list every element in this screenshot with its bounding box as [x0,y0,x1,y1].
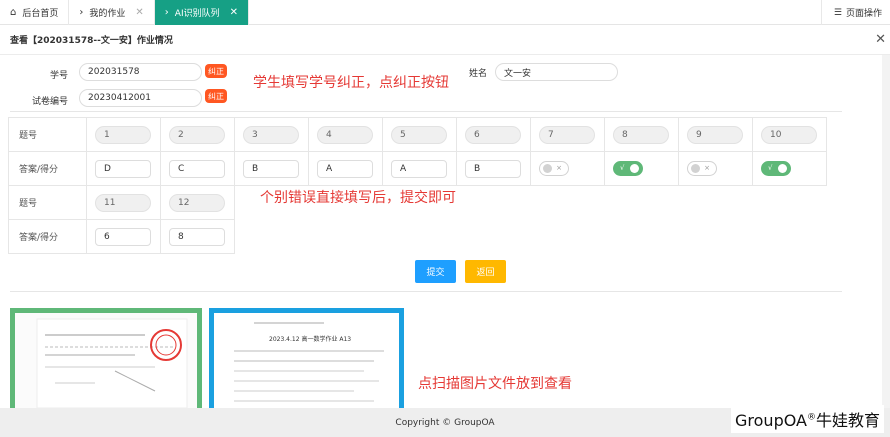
name-input[interactable]: 文一安 [495,63,618,81]
toggle-knob [691,164,700,173]
table-row: 题号 1 2 3 4 5 6 7 8 9 10 [8,117,827,152]
divider [10,291,842,292]
question-number: 1 [95,125,151,144]
check-icon: √ [620,164,625,172]
question-number: 9 [687,125,743,144]
answer-table: 题号 1 2 3 4 5 6 7 8 9 10 答案/得分 D C B A A … [8,117,827,254]
tab-bar: ⌂ 后台首页 › 我的作业 ✕ › AI识别队列 ✕ [0,0,890,25]
home-icon: ⌂ [10,7,17,18]
cross-icon: × [704,164,710,172]
question-no-header: 题号 [8,185,87,220]
question-no-header: 题号 [8,117,87,152]
table-row: 答案/得分 6 8 [8,219,827,254]
scan-doc-title: 2023.4.12 高一数学作业 A13 [269,335,351,343]
brand-suffix: 牛娃教育 [815,411,880,430]
answer-input[interactable]: B [243,159,299,178]
tab-home[interactable]: ⌂ 后台首页 [0,0,70,25]
tab-label: AI识别队列 [174,9,220,19]
answer-input[interactable]: A [391,159,447,178]
answer-score-header: 答案/得分 [8,151,87,186]
answer-input[interactable]: 8 [169,227,225,246]
scan-thumbnail-2[interactable]: 2023.4.12 高一数学作业 A13 [209,308,404,408]
toggle-knob [543,164,552,173]
correct-toggle[interactable]: √ [761,161,791,176]
fix-paper-no-button[interactable]: 纠正 [205,89,227,103]
scan-thumbnail-1[interactable] [10,308,202,408]
scrollbar[interactable] [882,55,890,408]
fix-student-no-button[interactable]: 纠正 [205,64,227,78]
annotation-edit: 个别错误直接填写后，提交即可 [260,190,456,206]
check-icon: √ [768,164,773,172]
close-icon[interactable]: ✕ [230,7,238,18]
annotation-fix: 学生填写学号纠正，点纠正按钮 [253,75,449,91]
name-label: 姓名 [468,69,487,79]
answer-input[interactable]: A [317,159,373,178]
paper-no-input[interactable]: 20230412001 [79,89,202,107]
tab-label: 我的作业 [89,9,126,19]
annotation-view: 点扫描图片文件放到查看 [418,376,572,392]
tab-ai-queue[interactable]: › AI识别队列 ✕ [154,0,249,25]
question-number: 5 [391,125,447,144]
toggle-knob [778,164,787,173]
scan-image: 2023.4.12 高一数学作业 A13 [214,313,399,408]
question-number: 12 [169,193,225,212]
tab-my-homework[interactable]: › 我的作业 ✕ [69,0,155,25]
table-row: 答案/得分 D C B A A B × √ × √ [8,151,827,186]
cross-icon: × [556,164,562,172]
answer-input[interactable]: B [465,159,521,178]
submit-button[interactable]: 提交 [415,260,456,283]
page-title: 查看【202031578--文一安】作业情况 [0,25,890,55]
brand-name: GroupOA [735,411,807,430]
chevron-right-icon: › [79,7,84,18]
brand-reg: ® [806,412,816,423]
answer-score-header: 答案/得分 [8,219,87,254]
paper-no-label: 试卷编号 [31,97,68,107]
brand-watermark: GroupOA®牛娃教育 [731,405,884,433]
question-number: 6 [465,125,521,144]
chevron-right-icon: › [164,7,169,18]
question-number: 7 [539,125,595,144]
correct-toggle[interactable]: × [539,161,569,176]
back-button[interactable]: 返回 [465,260,506,283]
page-ops-label: 页面操作 [845,9,882,19]
question-number: 11 [95,193,151,212]
question-number: 4 [317,125,373,144]
correct-toggle[interactable]: × [687,161,717,176]
menu-icon: ☰ [833,7,842,18]
scan-image [15,313,197,408]
divider [10,111,842,112]
answer-input[interactable]: 6 [95,227,151,246]
question-number: 3 [243,125,299,144]
toggle-knob [630,164,639,173]
close-icon[interactable]: ✕ [875,32,886,47]
page-ops-button[interactable]: ☰ 页面操作 [820,0,890,25]
question-number: 10 [761,125,817,144]
student-no-label: 学号 [49,71,68,81]
student-no-input[interactable]: 202031578 [79,63,202,81]
question-number: 2 [169,125,225,144]
correct-toggle[interactable]: √ [613,161,643,176]
tab-label: 后台首页 [22,9,59,19]
close-icon[interactable]: ✕ [135,7,143,18]
question-number: 8 [613,125,669,144]
answer-input[interactable]: C [169,159,225,178]
answer-input[interactable]: D [95,159,151,178]
